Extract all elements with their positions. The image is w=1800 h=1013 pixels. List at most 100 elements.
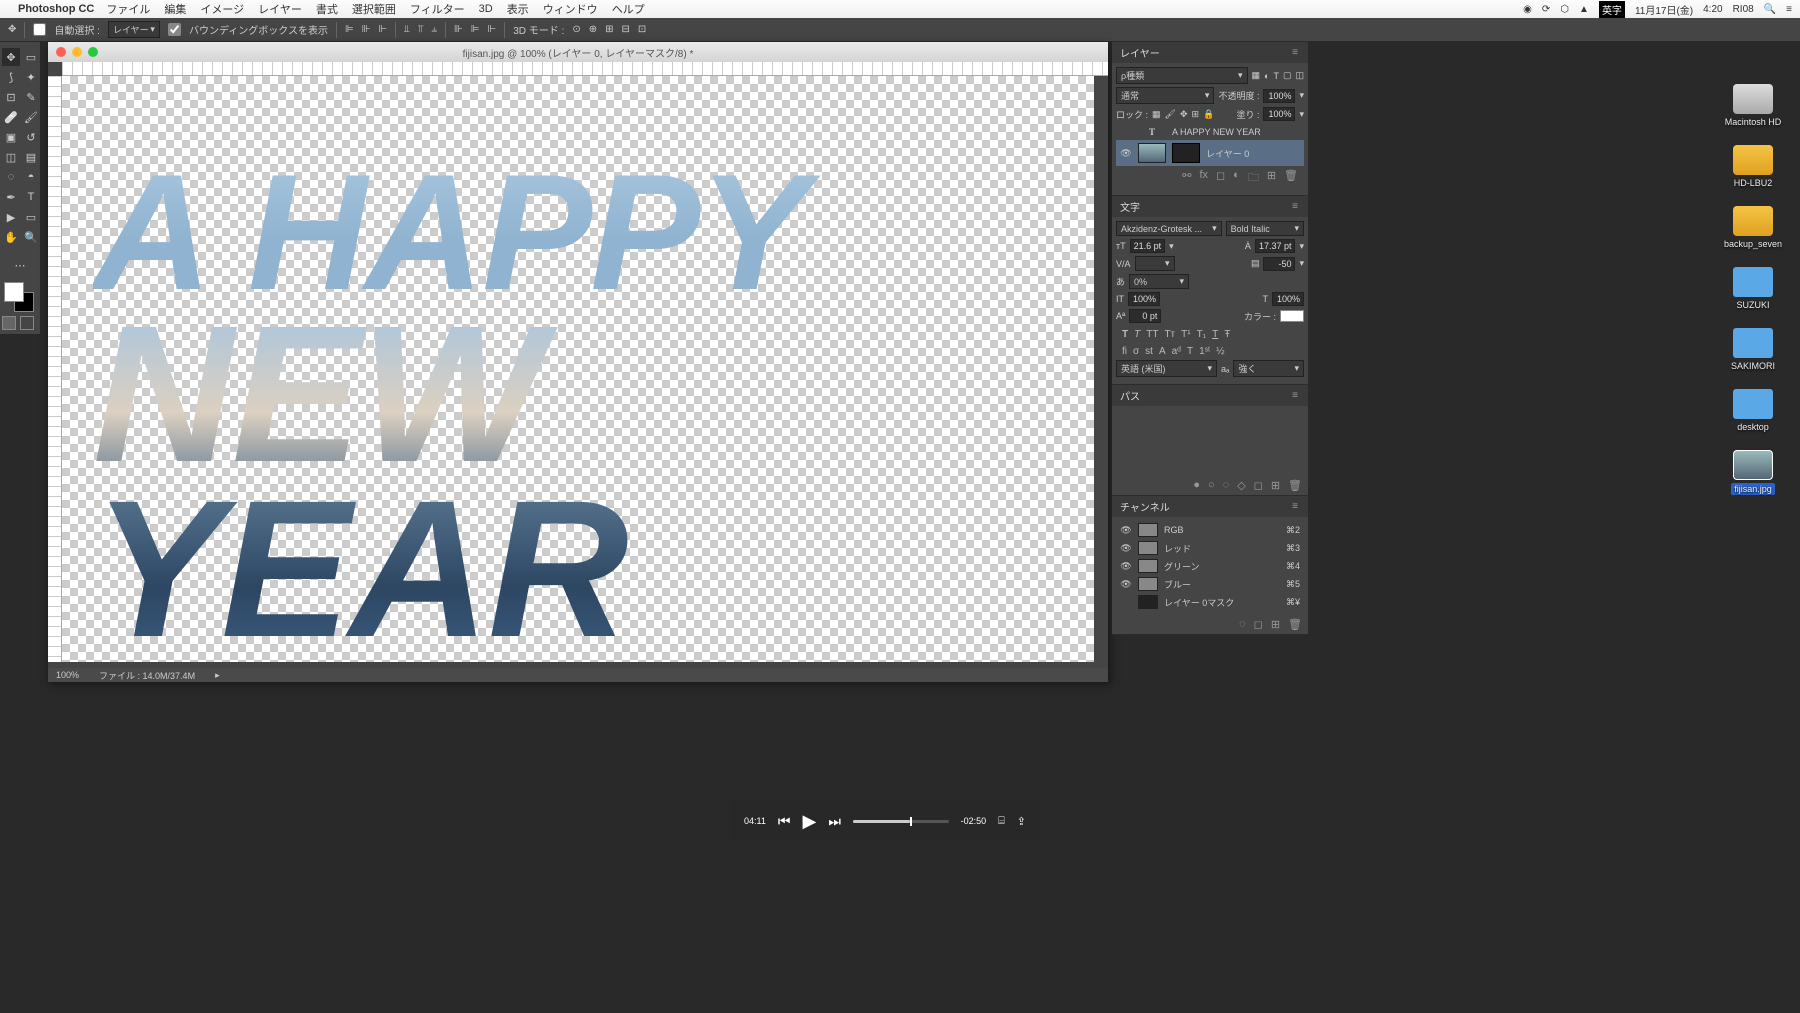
panel-menu-icon[interactable]: ≡	[1290, 47, 1300, 58]
canvas-area[interactable]: A HAPPY NEW YEAR	[62, 76, 1094, 662]
close-window-icon[interactable]	[56, 47, 66, 57]
zoom-window-icon[interactable]	[88, 47, 98, 57]
document-titlebar[interactable]: fijisan.jpg @ 100% (レイヤー 0, レイヤーマスク/8) *	[48, 42, 1108, 62]
zoom-level[interactable]: 100%	[56, 670, 79, 680]
menu-image[interactable]: イメージ	[200, 1, 244, 17]
menu-file[interactable]: ファイル	[106, 1, 150, 17]
distribute-h-icon[interactable]: ⊪	[454, 24, 463, 35]
leading-field[interactable]: 17.37 pt	[1255, 239, 1296, 253]
text-color-swatch[interactable]	[1280, 310, 1304, 322]
3d-pan-icon[interactable]: ⊞	[605, 24, 613, 35]
font-family-dropdown[interactable]: Akzidenz-Grotesk ...▾	[1116, 221, 1222, 236]
layer-group-icon[interactable]: 🗀	[1248, 169, 1259, 188]
channel-row-blue[interactable]: 👁ブルー⌘5	[1116, 575, 1304, 593]
link-layers-icon[interactable]: ⚯	[1182, 169, 1191, 188]
channel-row-red[interactable]: 👁レッド⌘3	[1116, 539, 1304, 557]
minimize-window-icon[interactable]	[72, 47, 82, 57]
ot-ordinal-icon[interactable]: aᵈ	[1172, 346, 1181, 357]
desktop-drive-backup[interactable]: backup_seven	[1718, 206, 1788, 249]
ruler-vertical[interactable]	[48, 76, 62, 662]
marquee-tool[interactable]: ▭	[22, 48, 40, 66]
zoom-tool[interactable]: 🔍	[22, 228, 40, 246]
spotlight-icon[interactable]: 🔍	[1764, 4, 1776, 15]
visibility-icon[interactable]: 👁	[1120, 525, 1132, 536]
color-swatches[interactable]	[0, 282, 36, 312]
stamp-tool[interactable]: ▣	[2, 128, 20, 146]
fill-path-icon[interactable]: ●	[1193, 479, 1200, 492]
layer-row-image[interactable]: 👁 レイヤー 0	[1116, 140, 1304, 166]
panel-menu-icon[interactable]: ≡	[1290, 201, 1300, 212]
menu-window[interactable]: ウィンドウ	[543, 1, 598, 17]
add-mask-path-icon[interactable]: ◻	[1254, 479, 1263, 492]
align-center-v-icon[interactable]: ⫪	[418, 24, 424, 35]
align-right-icon[interactable]: ⊩	[378, 24, 387, 35]
baseline-field[interactable]: 0 pt	[1129, 309, 1161, 323]
layers-tab[interactable]: レイヤー≡	[1112, 42, 1308, 63]
filter-smart-icon[interactable]: ◫	[1295, 70, 1304, 81]
move-tool[interactable]: ✥	[2, 48, 20, 66]
desktop-folder-desktop[interactable]: desktop	[1718, 389, 1788, 432]
layer-name[interactable]: A HAPPY NEW YEAR	[1172, 127, 1261, 137]
filter-pixel-icon[interactable]: ▦	[1252, 70, 1261, 81]
paths-tab[interactable]: パス≡	[1112, 385, 1308, 406]
airplay-icon[interactable]: ⌸	[998, 815, 1005, 828]
align-left-icon[interactable]: ⊫	[345, 24, 354, 35]
channel-row-rgb[interactable]: 👁RGB⌘2	[1116, 521, 1304, 539]
desktop-drive-hdlbu2[interactable]: HD-LBU2	[1718, 145, 1788, 188]
filter-adjust-icon[interactable]: ◐	[1264, 71, 1269, 81]
kerning-dropdown[interactable]: ▾	[1135, 256, 1175, 271]
status-cloud-icon[interactable]: ◉	[1523, 4, 1532, 15]
magic-wand-tool[interactable]: ✦	[22, 68, 40, 86]
channel-row-mask[interactable]: レイヤー 0マスク⌘¥	[1116, 593, 1304, 611]
new-layer-icon[interactable]: ⊞	[1267, 169, 1276, 188]
ot-fraction-icon[interactable]: ½	[1216, 346, 1224, 357]
ot-1st-icon[interactable]: 1ˢᵗ	[1199, 346, 1210, 357]
ot-swash-icon[interactable]: st	[1145, 346, 1153, 357]
distribute-v-icon[interactable]: ⊫	[471, 24, 480, 35]
ot-titling-icon[interactable]: A	[1159, 346, 1166, 357]
underline-icon[interactable]: T	[1212, 329, 1218, 340]
player-scrubber[interactable]	[853, 820, 949, 823]
fg-color[interactable]	[4, 282, 24, 302]
layer-fx-icon[interactable]: fx	[1199, 169, 1208, 188]
allcaps-icon[interactable]: TT	[1146, 329, 1158, 340]
stroke-path-icon[interactable]: ○	[1208, 479, 1215, 492]
filter-shape-icon[interactable]: ▢	[1283, 70, 1292, 81]
ruler-horizontal[interactable]	[62, 62, 1108, 76]
fastforward-button[interactable]: ⏭	[828, 813, 841, 830]
desktop-drive-macintosh-hd[interactable]: Macintosh HD	[1718, 84, 1788, 127]
lock-paint-icon[interactable]: 🖌	[1165, 109, 1176, 120]
blur-tool[interactable]: ◌	[2, 168, 20, 186]
italic-icon[interactable]: T	[1134, 329, 1140, 340]
bold-icon[interactable]: T	[1122, 329, 1128, 340]
menu-layer[interactable]: レイヤー	[258, 1, 302, 17]
menu-view[interactable]: 表示	[507, 1, 529, 17]
smallcaps-icon[interactable]: Tᴛ	[1164, 329, 1175, 340]
notification-icon[interactable]: ≡	[1786, 4, 1792, 15]
ot-fi-icon[interactable]: fi	[1122, 346, 1127, 357]
dodge-tool[interactable]: ◓	[22, 168, 40, 186]
path-to-sel-icon[interactable]: ◌	[1223, 479, 1230, 492]
share-icon[interactable]: ⇪	[1017, 815, 1026, 828]
menu-edit[interactable]: 編集	[164, 1, 186, 17]
hscale-field[interactable]: 100%	[1272, 292, 1304, 306]
status-user[interactable]: RI08	[1733, 4, 1754, 15]
auto-select-mode-dropdown[interactable]: レイヤー▾	[108, 21, 160, 38]
language-dropdown[interactable]: 英語 (米国)▾	[1116, 360, 1217, 377]
lock-trans-icon[interactable]: ▦	[1152, 109, 1161, 120]
menu-help[interactable]: ヘルプ	[612, 1, 645, 17]
eraser-tool[interactable]: ◫	[2, 148, 20, 166]
sel-to-path-icon[interactable]: ◇	[1237, 479, 1245, 492]
status-wifi-icon[interactable]: ▲	[1579, 4, 1589, 15]
crop-tool[interactable]: ⊡	[2, 88, 20, 106]
desktop-folder-sakimori[interactable]: SAKIMORI	[1718, 328, 1788, 371]
history-brush-tool[interactable]: ↺	[22, 128, 40, 146]
panel-menu-icon[interactable]: ≡	[1290, 501, 1300, 512]
layer-thumb[interactable]	[1138, 143, 1166, 163]
layer-row-text[interactable]: T A HAPPY NEW YEAR	[1116, 124, 1304, 140]
canvas[interactable]: A HAPPY NEW YEAR	[62, 76, 1094, 662]
character-tab[interactable]: 文字≡	[1112, 196, 1308, 217]
desktop-file-fijisan[interactable]: fijisan.jpg	[1718, 450, 1788, 495]
menu-select[interactable]: 選択範囲	[352, 1, 396, 17]
ot-stylistic-icon[interactable]: T	[1187, 346, 1193, 357]
